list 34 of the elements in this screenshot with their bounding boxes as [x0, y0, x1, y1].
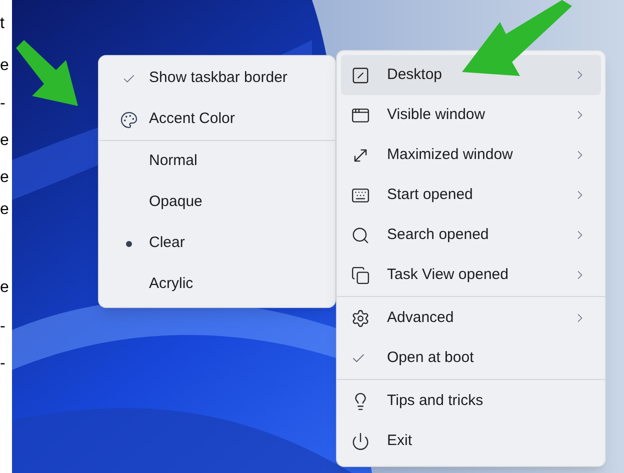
arrow-drawing: [16, 40, 80, 108]
cut-off-text: e: [0, 278, 9, 298]
cut-off-text: -: [0, 354, 6, 374]
menu-item[interactable]: Acrylic: [103, 264, 331, 305]
cut-off-text: -: [0, 94, 6, 114]
window-icon: [351, 106, 370, 124]
menu-item[interactable]: Open at boot: [341, 338, 601, 378]
palette-icon: [120, 110, 138, 128]
settings-icon: [351, 308, 370, 328]
menu-item[interactable]: Visible window: [341, 95, 601, 135]
power-icon: [351, 432, 370, 450]
menu-item[interactable]: Desktop: [341, 55, 601, 95]
menu-item[interactable]: Start opened: [341, 175, 601, 215]
menu-item[interactable]: Normal: [103, 141, 331, 182]
cut-off-text: e: [0, 168, 9, 188]
menu-item[interactable]: Task View opened: [341, 255, 601, 295]
display-icon: [351, 66, 370, 84]
menu-item[interactable]: Tips and tricks: [341, 381, 601, 421]
cut-off-text: e: [0, 200, 9, 220]
menu-item[interactable]: Show taskbar border: [103, 58, 331, 99]
menu-item[interactable]: Exit: [341, 421, 601, 461]
cut-off-text: -: [0, 317, 6, 337]
menu-item[interactable]: Clear: [103, 223, 331, 264]
keyboard-icon: [351, 186, 370, 204]
cut-off-text: e: [0, 131, 9, 151]
cut-off-text: t: [0, 14, 4, 34]
menu-item[interactable]: Advanced: [341, 298, 601, 338]
menu-item[interactable]: Search opened: [341, 215, 601, 255]
menu-item[interactable]: Accent Color: [103, 99, 331, 140]
menu-item[interactable]: Opaque: [103, 182, 331, 223]
menu-item[interactable]: Maximized window: [341, 135, 601, 175]
search-icon: [351, 226, 370, 244]
stacked-windows-icon: [351, 266, 370, 284]
cut-off-text: e: [0, 56, 9, 76]
